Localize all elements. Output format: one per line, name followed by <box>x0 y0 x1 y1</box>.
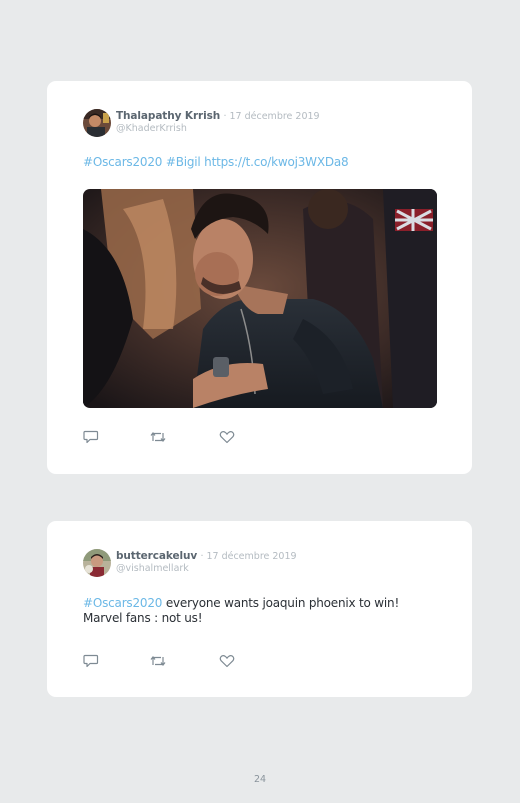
tweet-text-line: Marvel fans : not us! <box>83 611 448 626</box>
page-number: 24 <box>253 774 267 785</box>
tweet-text: #Oscars2020 #Bigil https://t.co/kwoj3WXD… <box>83 155 448 170</box>
hashtag-link[interactable]: #Oscars2020 <box>83 596 162 610</box>
like-icon[interactable] <box>219 430 235 444</box>
page: Thalapathy Krrish · 17 décembre 2019 @Kh… <box>0 0 520 803</box>
avatar[interactable] <box>83 109 111 137</box>
tweet-text-line: #Oscars2020 everyone wants joaquin phoen… <box>83 596 448 611</box>
like-icon[interactable] <box>219 654 235 668</box>
tweet-media-image[interactable] <box>83 189 437 408</box>
display-name[interactable]: Thalapathy Krrish <box>116 110 220 122</box>
tweet-text-line: #Oscars2020 #Bigil https://t.co/kwoj3WXD… <box>83 155 448 170</box>
tweet-card: Thalapathy Krrish · 17 décembre 2019 @Kh… <box>47 81 472 474</box>
tweet-actions <box>83 430 263 444</box>
retweet-icon[interactable] <box>150 430 166 444</box>
tweet-author: buttercakeluv · 17 décembre 2019 @vishal… <box>116 550 297 575</box>
tweet-text-segment: Marvel fans : not us! <box>83 611 203 625</box>
reply-icon[interactable] <box>83 654 99 668</box>
tweet-text-segment: everyone wants joaquin phoenix to win! <box>162 596 400 610</box>
tweet-card: buttercakeluv · 17 décembre 2019 @vishal… <box>47 521 472 697</box>
tweet-header: Thalapathy Krrish · 17 décembre 2019 @Kh… <box>83 109 452 139</box>
tweet-author: Thalapathy Krrish · 17 décembre 2019 @Kh… <box>116 110 320 135</box>
user-handle[interactable]: @KhaderKrrish <box>116 123 320 135</box>
tweet-date[interactable]: · 17 décembre 2019 <box>223 111 319 122</box>
tweet-header: buttercakeluv · 17 décembre 2019 @vishal… <box>83 549 452 579</box>
tweet-date[interactable]: · 17 décembre 2019 <box>200 551 296 562</box>
tweet-link[interactable]: #Oscars2020 #Bigil https://t.co/kwoj3WXD… <box>83 155 349 169</box>
user-handle[interactable]: @vishalmellark <box>116 563 297 575</box>
tweet-text: #Oscars2020 everyone wants joaquin phoen… <box>83 596 448 626</box>
tweet-actions <box>83 654 263 668</box>
reply-icon[interactable] <box>83 430 99 444</box>
avatar[interactable] <box>83 549 111 577</box>
retweet-icon[interactable] <box>150 654 166 668</box>
display-name[interactable]: buttercakeluv <box>116 550 197 562</box>
